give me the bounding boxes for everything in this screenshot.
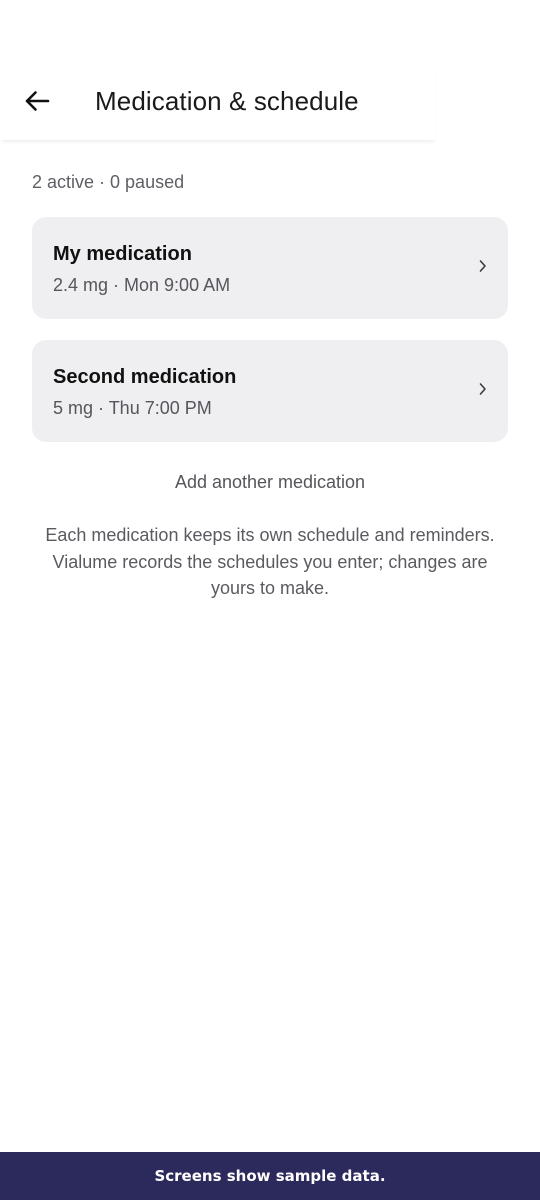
add-medication-button[interactable]: Add another medication [0,470,540,494]
medication-name: Second medication [53,366,237,388]
page-title: Medication & schedule [95,86,359,116]
medication-summary: 2 active · 0 paused [32,172,185,192]
medication-name: My medication [53,243,192,265]
medication-detail: 5 mg · Thu 7:00 PM [53,398,212,418]
medication-card-my-medication[interactable]: My medication 2.4 mg · Mon 9:00 AM [32,217,508,319]
medication-card-second-medication[interactable]: Second medication 5 mg · Thu 7:00 PM [32,340,508,442]
medication-detail: 2.4 mg · Mon 9:00 AM [53,275,231,295]
sample-data-notice: Screens show sample data. [154,1167,386,1185]
chevron-right-icon [478,257,488,275]
app-bar: Medication & schedule [0,62,436,140]
arrow-left-icon [25,91,50,111]
back-button[interactable] [20,86,54,116]
info-text: Each medication keeps its own schedule a… [45,525,495,598]
sample-data-banner: Screens show sample data. [0,1152,540,1200]
chevron-right-icon [478,380,488,398]
